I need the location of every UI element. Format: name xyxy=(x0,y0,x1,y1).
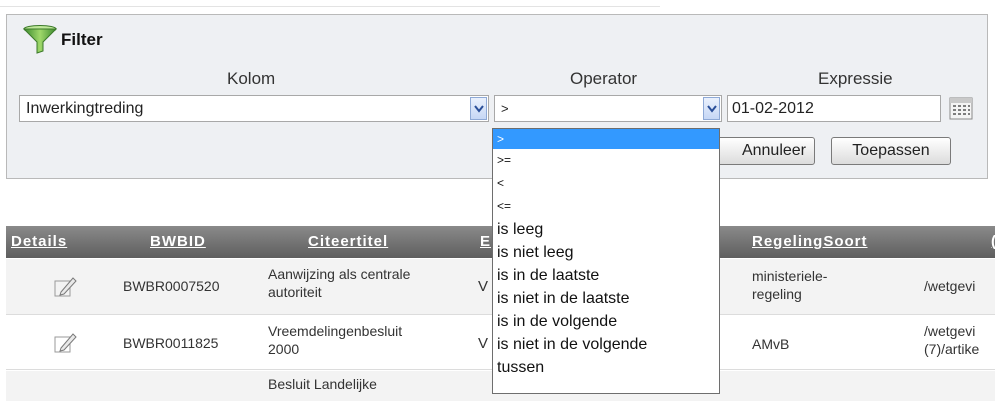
chevron-down-icon xyxy=(707,105,717,113)
expressie-input[interactable]: 01-02-2012 xyxy=(727,95,941,122)
operator-option[interactable]: is in de laatste xyxy=(493,264,719,287)
column-header-regelingsoort[interactable]: RegelingSoort xyxy=(752,226,868,258)
expressie-label: Expressie xyxy=(818,69,893,88)
operator-select-value: > xyxy=(501,101,509,116)
cell-path: /wetgevi (7)/artike xyxy=(924,322,995,358)
cell-e: V xyxy=(478,335,489,352)
column-header-bwbid[interactable]: BWBID xyxy=(150,226,206,258)
filter-title: Filter xyxy=(61,30,103,49)
cell-path: /wetgevi xyxy=(924,278,976,294)
cell-bwbid: BWBR0007520 xyxy=(123,278,220,294)
cell-citeertitel-line1: Vreemdelingenbesluit xyxy=(268,323,403,339)
cell-regelingsoort: AMvB xyxy=(752,336,790,352)
cell-citeertitel-line2: 2000 xyxy=(268,341,300,357)
kolom-select-value: Inwerkingtreding xyxy=(26,100,144,117)
cell-citeertitel: Vreemdelingenbesluit 2000 xyxy=(268,322,458,358)
cell-path-line2: (7)/artike xyxy=(924,341,980,357)
filter-header: Filter xyxy=(23,25,103,55)
column-header-e[interactable]: E xyxy=(480,226,491,258)
cell-e: V xyxy=(478,278,489,295)
toepassen-button[interactable]: Toepassen xyxy=(831,137,951,165)
operator-dropdown-list: > >= < <= is leeg is niet leeg is in de … xyxy=(492,128,720,394)
cell-regelingsoort: ministeriele- regeling xyxy=(752,267,902,303)
funnel-icon xyxy=(23,25,57,54)
operator-dropdown-button[interactable] xyxy=(703,97,720,120)
operator-option[interactable]: >= xyxy=(493,149,719,172)
column-header-details[interactable]: Details xyxy=(11,226,67,258)
operator-option[interactable]: tussen xyxy=(493,356,719,379)
cell-citeertitel-line1: Aanwijzing als centrale xyxy=(268,266,411,282)
cell-path-line1: /wetgevi xyxy=(924,323,976,339)
calendar-icon[interactable] xyxy=(949,96,973,120)
kolom-select[interactable]: Inwerkingtreding xyxy=(19,95,489,122)
operator-label: Operator xyxy=(570,69,638,88)
kolom-dropdown-button[interactable] xyxy=(470,97,487,120)
cell-regelingsoort-line2: regeling xyxy=(752,286,802,302)
operator-option[interactable]: is niet leeg xyxy=(493,241,719,264)
operator-option[interactable]: is in de volgende xyxy=(493,310,719,333)
cell-citeertitel: Aanwijzing als centrale autoriteit xyxy=(268,265,458,301)
chevron-down-icon xyxy=(474,105,484,113)
cell-bwbid: BWBR0011825 xyxy=(123,335,219,351)
cell-citeertitel-line2: autoriteit xyxy=(268,284,322,300)
cell-regelingsoort-line1: ministeriele- xyxy=(752,268,828,284)
operator-option[interactable]: > xyxy=(493,129,719,149)
top-divider xyxy=(0,6,660,7)
cell-citeertitel: Besluit Landelijke xyxy=(268,376,377,392)
operator-option[interactable]: is niet in de laatste xyxy=(493,287,719,310)
operator-option[interactable]: is niet in de volgende xyxy=(493,333,719,356)
column-header-citeertitel[interactable]: Citeertitel xyxy=(308,226,388,258)
kolom-label: Kolom xyxy=(227,69,276,88)
column-header-partial[interactable]: ( xyxy=(991,226,995,258)
operator-option[interactable]: < xyxy=(493,172,719,195)
edit-icon[interactable] xyxy=(52,274,78,300)
edit-icon[interactable] xyxy=(52,330,78,356)
operator-option[interactable]: is leeg xyxy=(493,218,719,241)
operator-option[interactable]: <= xyxy=(493,195,719,218)
operator-select[interactable]: > xyxy=(494,95,722,122)
